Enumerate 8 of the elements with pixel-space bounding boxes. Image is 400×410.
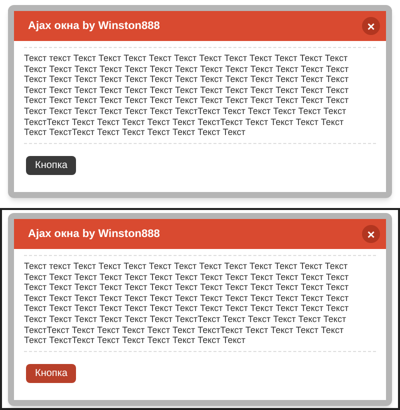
dialog-title: Ajax окна by Winston888 bbox=[28, 18, 160, 34]
dialog-title: Ajax окна by Winston888 bbox=[28, 226, 160, 242]
dialog-text: Текст текст Текст Текст Текст Текст Текст Текст Текст Текст Текст Текст Текст Текст Текст Текст Текст Текст Текст Текст Текст Текст Текст Текст Текст Текст Текст Текст Текст Текст Текст Текст Текст Текст Текст Текст Текст Текст Текст Текст Текст Текст Текст Текст Текст Текст Текст Текст Текст Текст Текст Текст Текст Текст Текст Текст Текст Текст Текст Текст Текст Текст Текст Текст Текст Текст Текст Текст Текст Текст Текст ТекстТекст Текст Текст Текст Текст Текст ТекстТекст Текст Текст Текст Текст Текст ТекстТекст Текст Текст Текст Текст Текст ТекстТекст Текст Текст Текст Текст Текст Текст bbox=[24, 261, 350, 346]
close-button[interactable]: × bbox=[362, 225, 380, 243]
close-button[interactable]: × bbox=[362, 17, 380, 35]
dialog-text: Текст текст Текст Текст Текст Текст Текст Текст Текст Текст Текст Текст Текст Текст Текст Текст Текст Текст Текст Текст Текст Текст Текст Текст Текст Текст Текст Текст Текст Текст Текст Текст Текст Текст Текст Текст Текст Текст Текст Текст Текст Текст Текст Текст Текст Текст Текст Текст Текст Текст Текст Текст Текст Текст Текст Текст Текст Текст Текст Текст Текст Текст Текст Текст Текст Текст Текст Текст Текст Текст Текст ТекстТекст Текст Текст Текст Текст Текст ТекстТекст Текст Текст Текст Текст Текст ТекстТекст Текст Текст Текст Текст Текст ТекстТекст Текст Текст Текст Текст Текст Текст bbox=[24, 53, 350, 138]
action-button[interactable]: Кнопка bbox=[26, 364, 76, 383]
action-button[interactable]: Кнопка bbox=[26, 156, 76, 175]
